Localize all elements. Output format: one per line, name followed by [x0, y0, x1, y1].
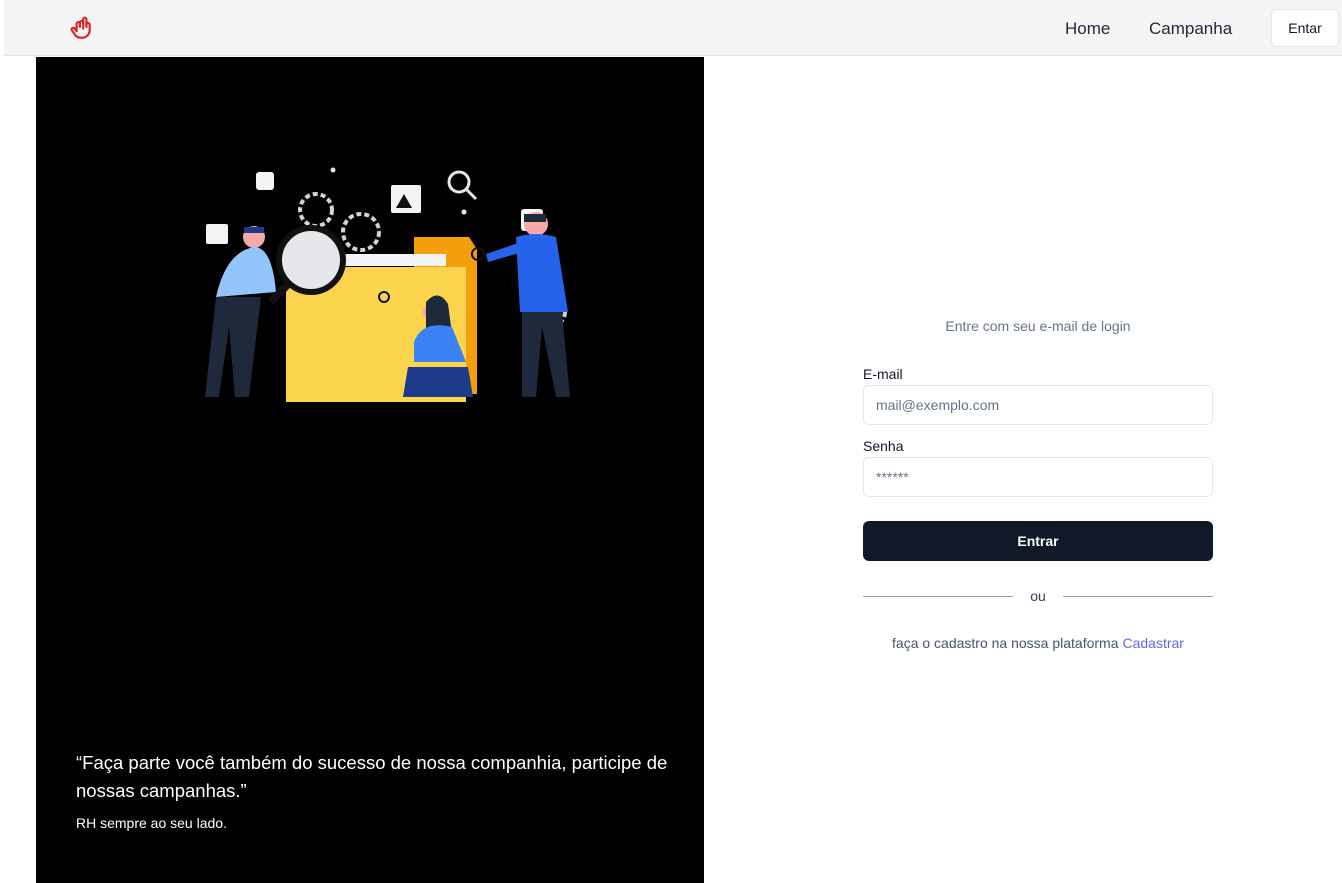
hero-panel: “Faça parte você também do sucesso de no… — [36, 57, 704, 883]
signup-text: faça o cadastro na nossa plataforma — [892, 635, 1119, 651]
nav-home-link[interactable]: Home — [1065, 19, 1110, 39]
password-label: Senha — [863, 438, 904, 454]
signup-link[interactable]: Cadastrar — [1123, 635, 1184, 651]
signup-prompt: faça o cadastro na nossa plataforma Cadas… — [863, 635, 1213, 651]
hero-quote: “Faça parte você também do sucesso de no… — [76, 752, 668, 801]
email-input[interactable] — [863, 385, 1213, 425]
team-search-illustration — [205, 167, 570, 402]
navbar: Home Campanha Entar — [4, 0, 1342, 56]
divider-line-right — [1063, 596, 1213, 597]
email-label: E-mail — [863, 366, 903, 382]
hero-quote-author: RH sempre ao seu lado. — [76, 815, 227, 831]
rock-hand-icon[interactable] — [68, 15, 94, 41]
or-divider: ou — [863, 586, 1213, 606]
login-subtitle: Entre com seu e-mail de login — [945, 318, 1131, 334]
submit-login-button[interactable]: Entrar — [863, 521, 1213, 561]
password-input[interactable] — [863, 457, 1213, 497]
nav-campanha-link[interactable]: Campanha — [1149, 19, 1232, 39]
nav-login-button[interactable]: Entar — [1271, 9, 1339, 47]
